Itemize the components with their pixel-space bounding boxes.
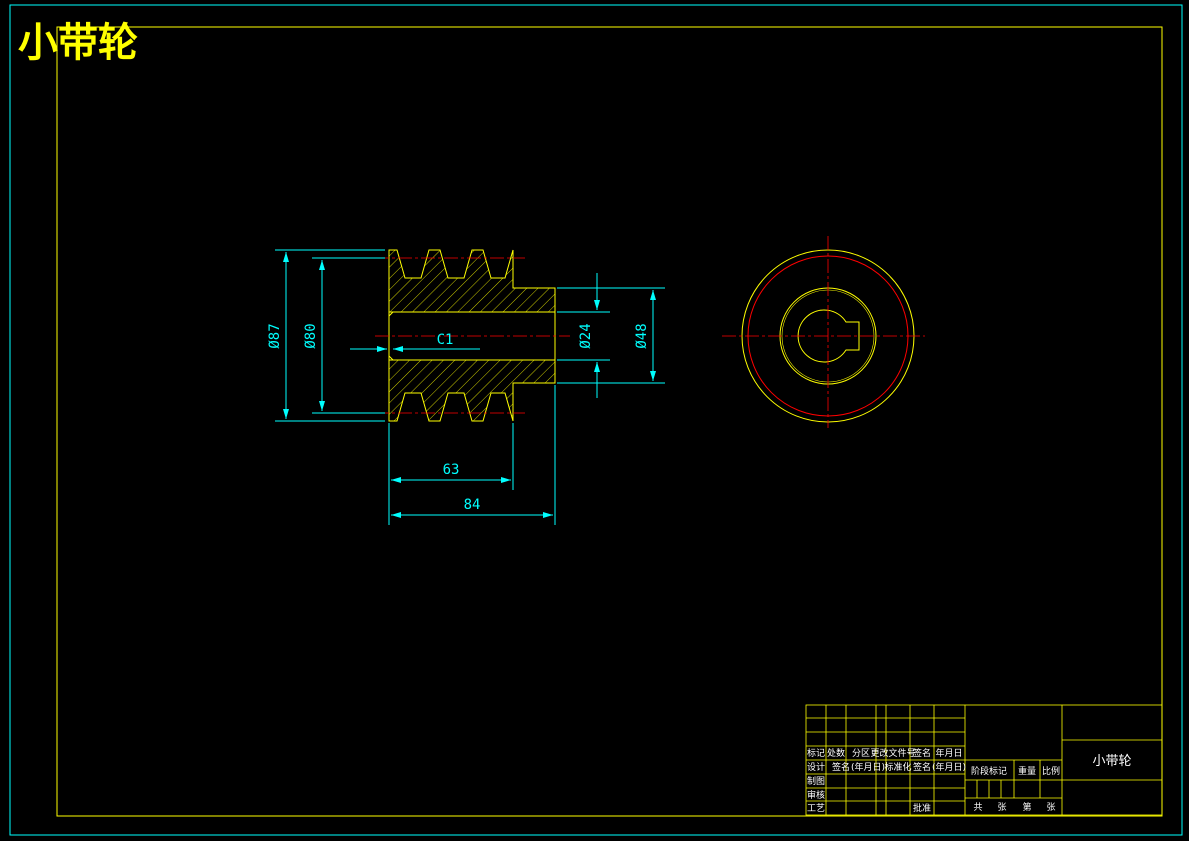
side-view [722, 236, 925, 428]
drawing-title: 小带轮 [18, 20, 138, 66]
tb-sign-2: 签名 [832, 761, 850, 773]
tb-date-1: 年月日 [935, 747, 962, 759]
tb-review: 审核 [807, 789, 825, 801]
section-view [375, 249, 570, 422]
drawing-frame [56, 26, 1163, 817]
tb-part-name: 小带轮 [1092, 754, 1131, 769]
tb-stage: 阶段标记 [971, 765, 1007, 777]
dim-label-d24: Ø24 [578, 323, 594, 348]
tb-total: 共 [973, 802, 982, 813]
tb-change-doc: 更改文件号 [870, 747, 915, 759]
dim-label-d87: Ø87 [267, 323, 283, 348]
dim-label-d80: Ø80 [303, 323, 319, 348]
tb-count: 处数 [827, 747, 845, 759]
tb-sign-1: 签名 [913, 747, 931, 759]
upper-section [388, 249, 556, 313]
outer-border [9, 4, 1183, 836]
tb-mark: 标记 [807, 747, 825, 759]
tb-sign-3: 签名 [913, 761, 931, 773]
lower-section [388, 359, 556, 422]
dim-label-84: 84 [464, 497, 481, 513]
tb-date-2: (年月日) [851, 761, 885, 773]
bore-chamfer-bottom [388, 355, 394, 361]
dim-label-63: 63 [443, 462, 460, 478]
tb-weight: 重量 [1018, 765, 1036, 777]
cad-drawing: 小带轮 Ø87 Ø80 C1 Ø24 Ø48 63 84 标记 处数 分区 更改… [9, 4, 1183, 836]
tb-no: 第 [1022, 801, 1031, 813]
tb-date-3: (年月日) [932, 761, 966, 773]
bore-chamfer-top [388, 311, 394, 317]
tb-design: 设计 [807, 761, 825, 773]
tb-zone: 分区 [852, 748, 870, 759]
tb-sheet-1: 张 [997, 802, 1006, 813]
dim-label-c1: C1 [437, 332, 454, 348]
tb-drawing: 制图 [807, 775, 825, 787]
dim-label-d48: Ø48 [634, 323, 650, 348]
tb-scale: 比例 [1042, 765, 1060, 777]
tb-sheet-2: 张 [1046, 802, 1055, 813]
tb-process: 工艺 [807, 803, 825, 814]
title-block-text: 标记 处数 分区 更改文件号 签名 年月日 设计 签名 (年月日) 标准化 签名… [807, 747, 1132, 814]
tb-standard: 标准化 [884, 761, 911, 773]
tb-approve: 批准 [913, 802, 931, 814]
